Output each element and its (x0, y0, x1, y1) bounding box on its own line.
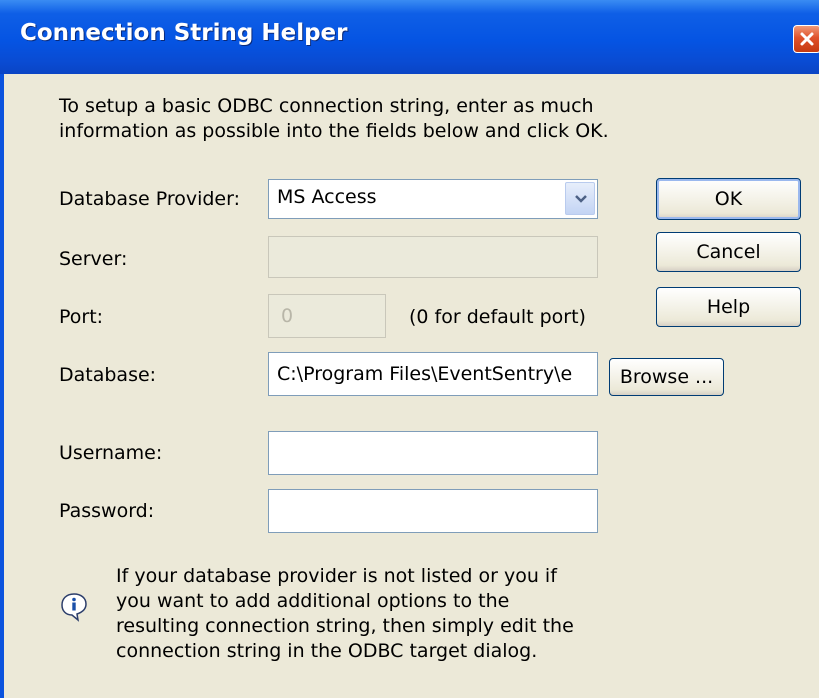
database-label: Database: (59, 364, 157, 386)
info-icon (61, 593, 87, 622)
intro-text: To setup a basic ODBC connection string,… (59, 95, 609, 142)
window-title: Connection String Helper (20, 20, 348, 46)
database-field[interactable]: C:\Program Files\EventSentry\e (268, 352, 598, 396)
cancel-button[interactable]: Cancel (656, 232, 801, 272)
browse-button[interactable]: Browse ... (609, 358, 724, 396)
password-field[interactable] (268, 489, 598, 533)
title-bar[interactable]: Connection String Helper (0, 0, 819, 74)
ok-button[interactable]: OK (656, 178, 801, 220)
provider-value: MS Access (277, 186, 377, 208)
close-icon (800, 32, 814, 46)
provider-label: Database Provider: (59, 188, 240, 210)
port-field: 0 (268, 294, 386, 338)
info-note: If your database provider is not listed … (116, 565, 574, 662)
server-label: Server: (59, 248, 128, 270)
help-button[interactable]: Help (656, 287, 801, 327)
provider-dropdown-button[interactable] (565, 182, 595, 215)
port-hint: (0 for default port) (409, 306, 586, 328)
port-label: Port: (59, 306, 104, 328)
password-label: Password: (59, 500, 155, 522)
chevron-down-icon (575, 195, 587, 203)
server-field (268, 236, 598, 278)
username-field[interactable] (268, 431, 598, 475)
username-label: Username: (59, 442, 163, 464)
dialog-window: Connection String Helper To setup a basi… (0, 0, 819, 698)
provider-select[interactable]: MS Access (268, 179, 598, 219)
close-button[interactable] (793, 25, 819, 53)
